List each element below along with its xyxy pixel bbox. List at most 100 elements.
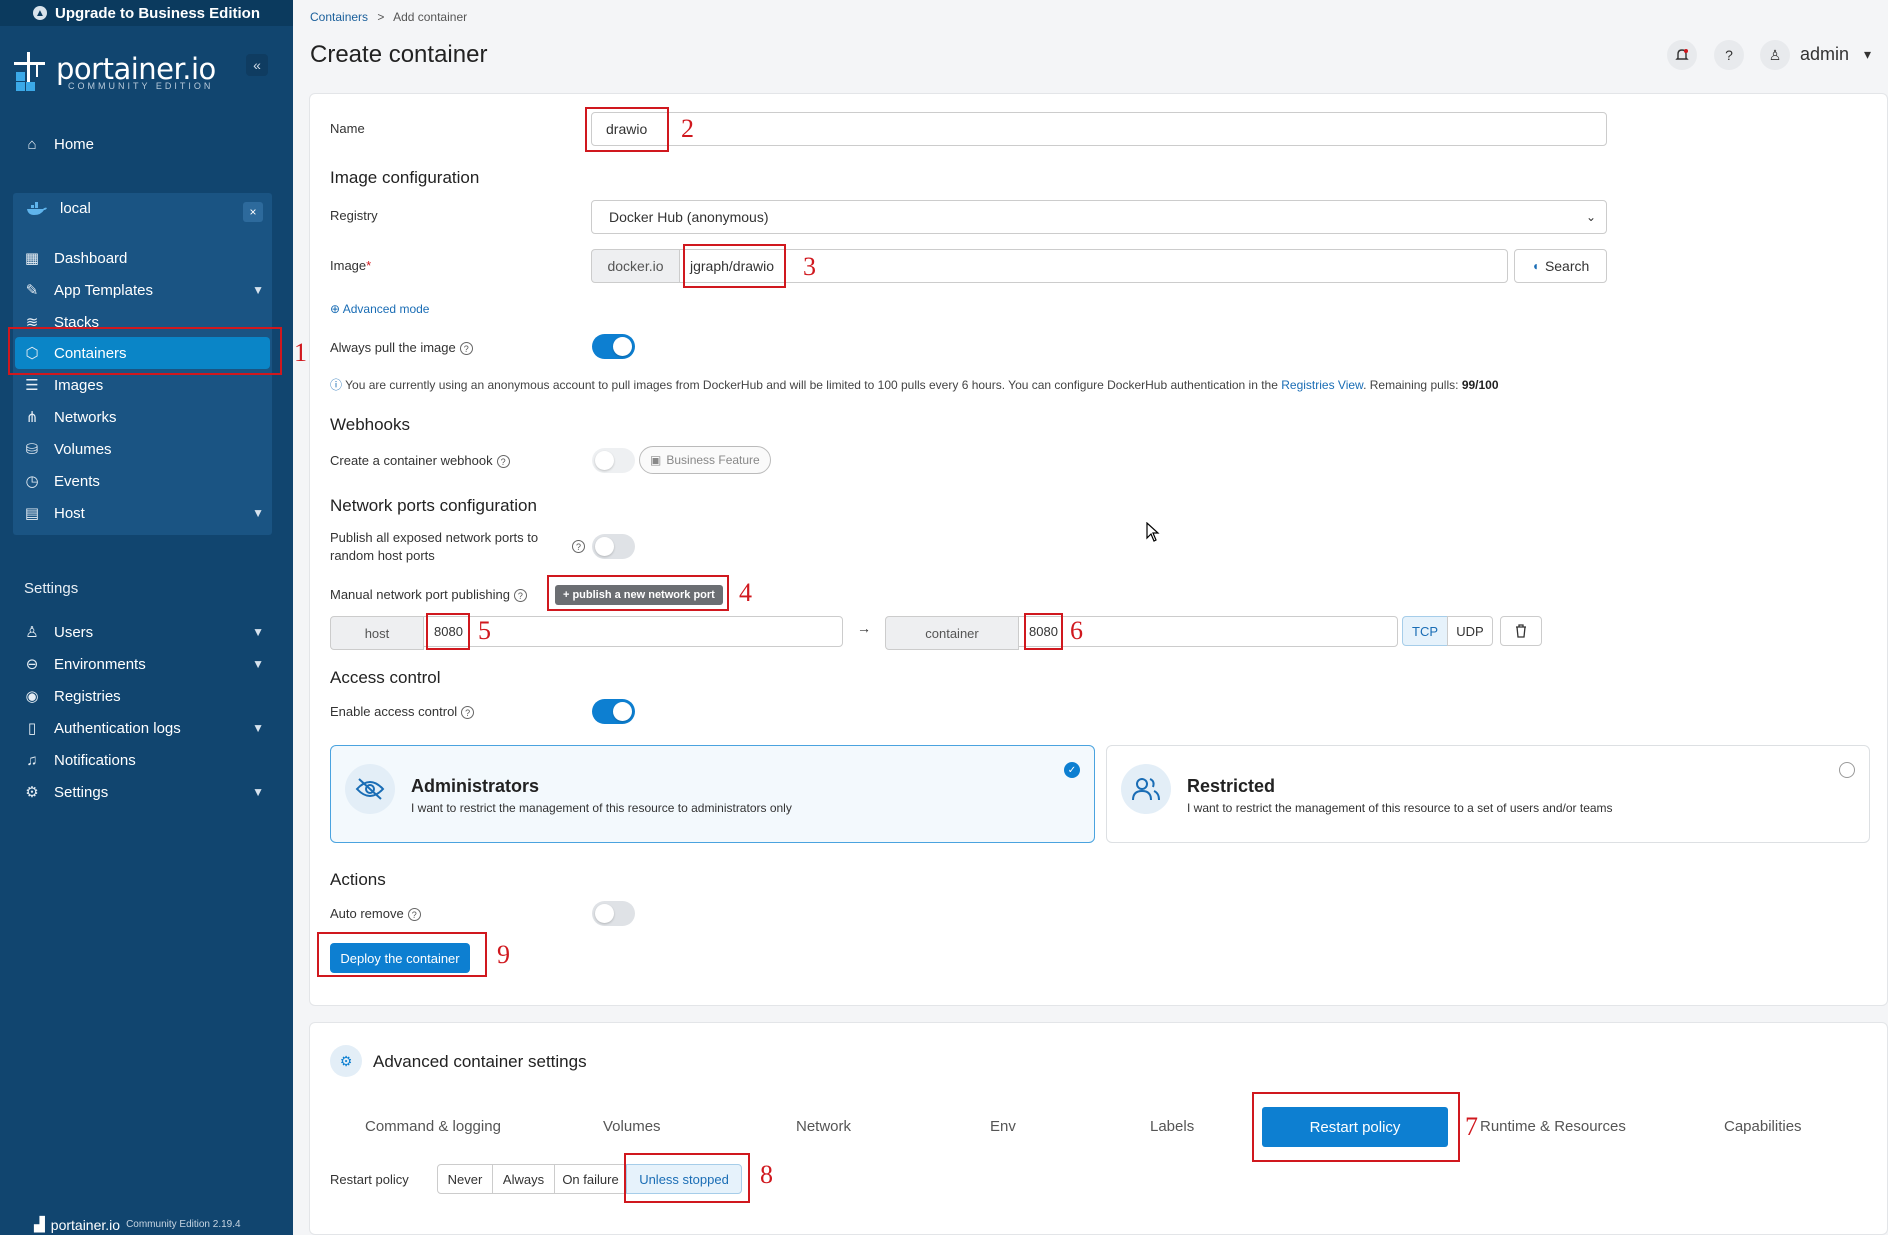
container-port-value: 8080 <box>1029 624 1058 639</box>
notification-bell-icon[interactable] <box>1667 40 1697 70</box>
dashboard-icon: ▦ <box>24 250 40 267</box>
help-icon[interactable]: ? <box>459 342 473 356</box>
sidebar-item-host[interactable]: ▤ Host ▼ <box>24 501 264 525</box>
file-text-icon: ▯ <box>27 720 37 737</box>
tab-volumes[interactable]: Volumes <box>603 1118 661 1135</box>
box-icon: ⬡ <box>25 345 39 362</box>
sidebar-item-networks[interactable]: ⋔ Networks <box>24 405 264 429</box>
mouse-cursor-icon <box>1146 522 1160 542</box>
sidebar-item-label: Networks <box>54 408 117 426</box>
search-image-button[interactable]: ◖ Search <box>1514 249 1607 283</box>
collapse-sidebar-button[interactable]: « <box>246 54 268 76</box>
webhooks-title: Webhooks <box>330 415 411 434</box>
tab-labels[interactable]: Labels <box>1150 1118 1194 1135</box>
access-control-toggle[interactable] <box>592 699 635 724</box>
restart-never-button[interactable]: Never <box>437 1164 493 1194</box>
gear-icon: ⚙ <box>25 784 39 801</box>
upgrade-banner[interactable]: ▲ Upgrade to Business Edition <box>0 0 293 26</box>
administrators-option-card[interactable]: Administrators I want to restrict the ma… <box>330 745 1095 843</box>
image-value: jgraph/drawio <box>690 258 775 274</box>
portainer-logo[interactable]: portainer.io COMMUNITY EDITION <box>12 50 216 96</box>
user-icon[interactable]: ♙ <box>1760 40 1790 70</box>
sidebar-item-volumes[interactable]: ⛁ Volumes <box>24 437 264 461</box>
sidebar: ▲ Upgrade to Business Edition portainer.… <box>0 0 293 1235</box>
annotation-number-5: 5 <box>478 616 491 645</box>
toggle-knob <box>613 337 632 356</box>
brand-name: portainer.io <box>56 52 216 86</box>
sidebar-item-dashboard[interactable]: ▦ Dashboard <box>24 246 264 270</box>
sidebar-item-settings[interactable]: ⚙ Settings ▼ <box>24 780 264 804</box>
docker-whale-icon: ◖ <box>1531 259 1539 273</box>
registries-view-link[interactable]: Registries View <box>1281 378 1363 392</box>
chevron-down-icon: ▼ <box>252 785 264 799</box>
bell-icon: ♫ <box>26 751 38 769</box>
tab-network[interactable]: Network <box>796 1118 851 1135</box>
help-icon[interactable]: ? <box>407 908 421 922</box>
administrators-description: I want to restrict the management of thi… <box>411 801 792 815</box>
registry-select[interactable]: Docker Hub (anonymous) ⌄ <box>591 200 1607 234</box>
sidebar-item-stacks[interactable]: ≋ Stacks <box>24 310 264 334</box>
name-input[interactable]: drawio <box>591 112 1607 146</box>
business-feature-badge: ▣ Business Feature <box>639 446 771 474</box>
restricted-option-card[interactable]: Restricted I want to restrict the manage… <box>1106 745 1870 843</box>
sidebar-item-authentication-logs[interactable]: ▯ Authentication logs ▼ <box>24 716 264 740</box>
clock-icon: ◷ <box>25 473 39 490</box>
chevron-down-icon[interactable]: ▾ <box>1864 46 1871 63</box>
tab-capabilities[interactable]: Capabilities <box>1724 1118 1802 1135</box>
auto-remove-label: Auto remove? <box>330 906 421 922</box>
auto-remove-toggle[interactable] <box>592 901 635 926</box>
advanced-settings-title: Advanced container settings <box>373 1052 587 1071</box>
advanced-mode-link[interactable]: ⊕ Advanced mode <box>330 302 429 316</box>
restart-on-failure-button[interactable]: On failure <box>554 1164 627 1194</box>
sidebar-item-label: Stacks <box>54 313 100 331</box>
tab-env[interactable]: Env <box>990 1118 1016 1135</box>
sidebar-item-users[interactable]: ♙ Users ▼ <box>24 620 264 644</box>
container-addon: container <box>885 616 1019 650</box>
help-icon[interactable]: ? <box>1714 40 1744 70</box>
help-icon[interactable]: ? <box>572 540 585 553</box>
sidebar-item-label: Notifications <box>54 751 136 769</box>
sidebar-item-app-templates[interactable]: ✎ App Templates ▼ <box>24 278 264 302</box>
tab-runtime-resources[interactable]: Runtime & Resources <box>1480 1118 1626 1135</box>
annotation-number-2: 2 <box>681 114 694 143</box>
sidebar-item-events[interactable]: ◷ Events <box>24 469 264 493</box>
help-icon[interactable]: ? <box>513 589 527 603</box>
footer-brand: ▟ portainer.io Community Edition 2.19.4 <box>34 1216 241 1233</box>
auto-remove-label-text: Auto remove <box>330 906 404 921</box>
close-environment-button[interactable]: × <box>243 202 263 222</box>
sidebar-item-images[interactable]: ☰ Images <box>24 373 264 397</box>
sidebar-item-home[interactable]: ⌂ Home <box>24 132 94 156</box>
help-icon[interactable]: ? <box>496 455 510 469</box>
administrators-title: Administrators <box>411 776 540 796</box>
help-icon[interactable]: ? <box>461 706 475 720</box>
restart-unless-stopped-button[interactable]: Unless stopped <box>626 1164 742 1194</box>
sidebar-item-label: Volumes <box>54 440 112 458</box>
sidebar-item-containers[interactable]: ⬡ Containers <box>24 341 264 365</box>
environment-header[interactable]: local <box>26 200 91 217</box>
sidebar-item-environments[interactable]: ⊖ Environments ▼ <box>24 652 264 676</box>
username[interactable]: admin <box>1800 44 1849 65</box>
page-title: Create container <box>310 41 488 68</box>
sidebar-item-registries[interactable]: ◉ Registries <box>24 684 264 708</box>
protocol-tcp-button[interactable]: TCP <box>1402 616 1448 646</box>
publish-network-port-button[interactable]: + publish a new network port <box>555 585 723 605</box>
breadcrumb-link-containers[interactable]: Containers <box>310 10 368 24</box>
publish-all-toggle[interactable] <box>592 534 635 559</box>
sidebar-item-label: Events <box>54 472 100 490</box>
deploy-container-button[interactable]: Deploy the container <box>330 943 470 973</box>
footer-brand-name: portainer.io <box>50 1216 121 1233</box>
restart-policy-label: Restart policy <box>330 1172 409 1187</box>
webhook-toggle[interactable] <box>592 448 635 473</box>
tab-restart-policy[interactable]: Restart policy <box>1262 1107 1448 1147</box>
publish-all-label-line2: random host ports <box>330 548 435 563</box>
network-ports-title: Network ports configuration <box>330 496 537 515</box>
always-pull-toggle[interactable] <box>592 334 635 359</box>
chevron-down-icon: ▼ <box>252 721 264 735</box>
protocol-udp-button[interactable]: UDP <box>1447 616 1493 646</box>
sidebar-item-label: Dashboard <box>54 249 128 267</box>
restart-always-button[interactable]: Always <box>492 1164 555 1194</box>
image-label-text: Image <box>330 258 367 273</box>
sidebar-item-notifications[interactable]: ♫ Notifications <box>24 748 264 772</box>
tab-command-logging[interactable]: Command & logging <box>365 1118 501 1135</box>
delete-port-button[interactable] <box>1500 616 1542 646</box>
